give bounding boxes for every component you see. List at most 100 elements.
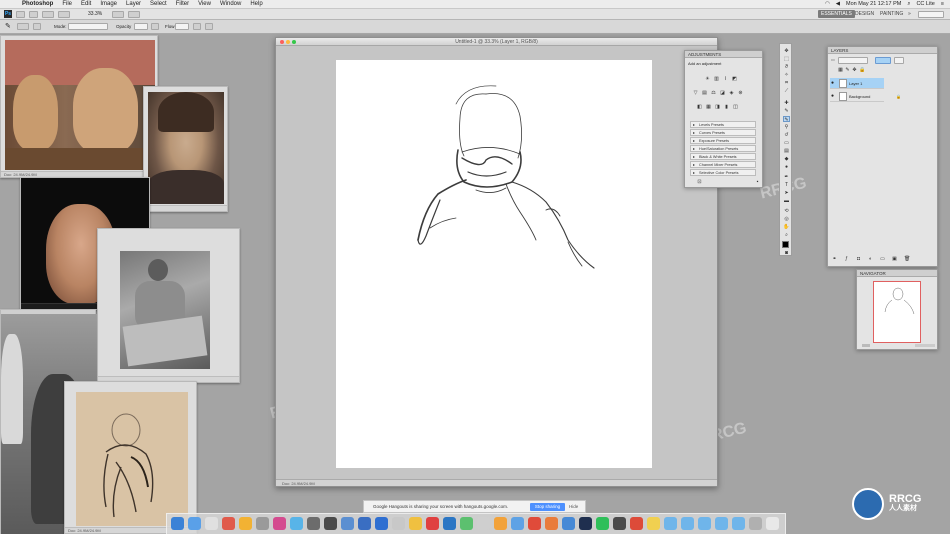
- clone-stamp-tool-icon[interactable]: ⚲: [783, 124, 790, 130]
- reference-photo-sketch[interactable]: Doc: 24.9M/24.9M: [64, 381, 197, 534]
- healing-brush-tool-icon[interactable]: ✚: [783, 100, 790, 106]
- dock-app-icon[interactable]: [715, 517, 728, 530]
- dock-app-icon[interactable]: [528, 517, 541, 530]
- dock-app-icon[interactable]: [273, 517, 286, 530]
- posterize-icon[interactable]: ▦: [706, 105, 711, 110]
- hide-button[interactable]: Hide: [569, 503, 578, 511]
- document-titlebar[interactable]: Untitled-1 @ 33.3% (Layer 1, RGB/8): [276, 38, 717, 46]
- menu-file[interactable]: File: [62, 0, 72, 9]
- wifi-icon[interactable]: ◠: [825, 0, 830, 9]
- dock-app-icon[interactable]: [732, 517, 745, 530]
- lasso-tool-icon[interactable]: ϑ: [783, 64, 790, 70]
- gradient-tool-icon[interactable]: ▤: [783, 148, 790, 154]
- dock-app-icon[interactable]: [409, 517, 422, 530]
- document-window[interactable]: Untitled-1 @ 33.3% (Layer 1, RGB/8) Doc:…: [275, 37, 718, 487]
- path-selection-tool-icon[interactable]: ➤: [783, 190, 790, 196]
- workspace-more-icon[interactable]: »: [905, 10, 914, 18]
- blend-mode-field[interactable]: [838, 57, 868, 64]
- dock-app-icon[interactable]: [239, 517, 252, 530]
- move-tool-icon[interactable]: ✥: [783, 48, 790, 54]
- channel-mixer-icon[interactable]: ⊛: [738, 91, 743, 96]
- opacity-field[interactable]: [134, 23, 148, 30]
- hue-saturation-presets-row[interactable]: Hue/Saturation Presets: [690, 145, 756, 152]
- dock-app-icon[interactable]: [494, 517, 507, 530]
- invert-icon[interactable]: ◧: [697, 105, 702, 110]
- menu-layer[interactable]: Layer: [126, 0, 141, 9]
- close-icon[interactable]: [280, 40, 284, 44]
- menu-help[interactable]: Help: [250, 0, 262, 9]
- active-brush-tool-icon[interactable]: ✎: [783, 116, 790, 123]
- levels-presets-row[interactable]: Levels Presets: [690, 121, 756, 128]
- list-icon[interactable]: ≡: [941, 0, 944, 9]
- curves-icon[interactable]: ⌇: [723, 77, 728, 82]
- dock-app-icon[interactable]: [188, 517, 201, 530]
- layer-style-icon[interactable]: ƒ: [844, 257, 849, 262]
- dock-app-icon[interactable]: [477, 517, 490, 530]
- dock-app-icon[interactable]: [545, 517, 558, 530]
- minimize-icon[interactable]: [286, 40, 290, 44]
- levels-icon[interactable]: ▥: [714, 77, 719, 82]
- shape-tool-icon[interactable]: ▬: [783, 198, 790, 204]
- new-group-icon[interactable]: ▭: [880, 257, 885, 262]
- color-balance-icon[interactable]: ⚖: [711, 91, 716, 96]
- gradient-map-icon[interactable]: ▮: [724, 105, 729, 110]
- reference-photo-portrait-woman[interactable]: [143, 86, 228, 212]
- dodge-tool-icon[interactable]: ●: [783, 164, 790, 170]
- exposure-icon[interactable]: ◩: [732, 77, 737, 82]
- dock-app-icon[interactable]: [460, 517, 473, 530]
- dock-app-icon[interactable]: [681, 517, 694, 530]
- airbrush-toggle[interactable]: [193, 23, 201, 30]
- eraser-tool-icon[interactable]: ▭: [783, 140, 790, 146]
- curves-presets-row[interactable]: Curves Presets: [690, 129, 756, 136]
- opacity-field[interactable]: [875, 57, 891, 64]
- exposure-presets-row[interactable]: Exposure Presets: [690, 137, 756, 144]
- quick-select-tool-icon[interactable]: ✧: [783, 72, 790, 78]
- dock-app-icon[interactable]: [375, 517, 388, 530]
- dock-app-icon[interactable]: [698, 517, 711, 530]
- marquee-tool-icon[interactable]: ⬚: [783, 56, 790, 62]
- zoom-value[interactable]: 33.3%: [88, 11, 102, 18]
- eyedropper-tool-icon[interactable]: ⟋: [783, 88, 790, 94]
- hue-saturation-icon[interactable]: ▤: [702, 91, 707, 96]
- photo-filter-icon[interactable]: ◈: [729, 91, 734, 96]
- bridge-button[interactable]: [16, 11, 25, 18]
- dock-app-icon[interactable]: [358, 517, 371, 530]
- hand-tool-icon[interactable]: ✋: [783, 224, 790, 230]
- selective-color-presets-row[interactable]: Selective Color Presets: [690, 169, 756, 176]
- menu-window[interactable]: Window: [220, 0, 241, 9]
- brush-panel-toggle[interactable]: [33, 23, 41, 30]
- history-brush-tool-icon[interactable]: ↺: [783, 132, 790, 138]
- menu-edit[interactable]: Edit: [81, 0, 91, 9]
- dock-app-icon[interactable]: [630, 517, 643, 530]
- screen-mode-button[interactable]: [128, 11, 140, 18]
- pressure-size-toggle[interactable]: [205, 23, 213, 30]
- dock-app-icon[interactable]: [205, 517, 218, 530]
- extras-button[interactable]: [42, 11, 54, 18]
- 3d-orbit-tool-icon[interactable]: ◎: [783, 216, 790, 222]
- menu-view[interactable]: View: [198, 0, 211, 9]
- layer-mask-icon[interactable]: ◘: [856, 257, 861, 262]
- lock-pixels-icon[interactable]: ✎: [845, 68, 850, 73]
- selective-color-icon[interactable]: ◫: [733, 105, 738, 110]
- pressure-opacity-toggle[interactable]: [151, 23, 159, 30]
- type-tool-icon[interactable]: T: [783, 182, 790, 188]
- 3d-rotate-tool-icon[interactable]: ⟲: [783, 208, 790, 214]
- dock-app-icon[interactable]: [171, 517, 184, 530]
- pen-tool-icon[interactable]: ✒: [783, 174, 790, 180]
- brush-preset-picker[interactable]: [17, 23, 29, 30]
- workspace-essentials[interactable]: ESSENTIALS: [818, 10, 855, 18]
- panel-menu-icon[interactable]: ⊡: [697, 180, 702, 185]
- dock-app-icon[interactable]: [443, 517, 456, 530]
- stop-sharing-button[interactable]: Stop sharing: [530, 503, 565, 511]
- visibility-eye-icon[interactable]: ●: [831, 91, 834, 102]
- menu-app-photoshop[interactable]: Photoshop: [22, 0, 53, 9]
- crop-tool-icon[interactable]: ⌗: [783, 80, 790, 86]
- visibility-eye-icon[interactable]: ●: [831, 78, 834, 89]
- dock-app-icon[interactable]: [307, 517, 320, 530]
- dock-app-icon[interactable]: [766, 517, 779, 530]
- zoom-slider[interactable]: [915, 344, 935, 347]
- dock-app-icon[interactable]: [664, 517, 677, 530]
- dock-app-icon[interactable]: [392, 517, 405, 530]
- layer-row-layer-1[interactable]: ● Layer 1: [830, 78, 884, 89]
- layers-panel[interactable]: LAYERS ▭ ▦ ✎ ✥ 🔒 ● Layer 1 ● Background …: [827, 46, 938, 267]
